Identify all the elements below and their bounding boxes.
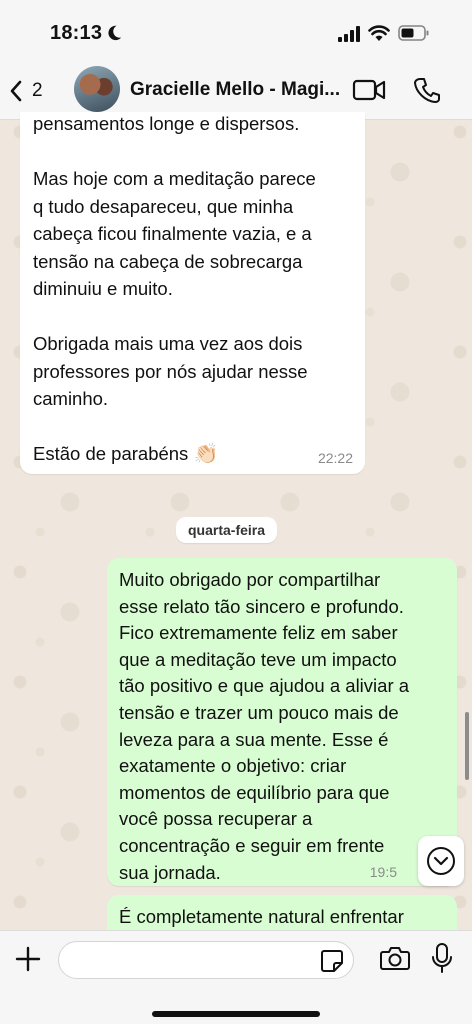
plus-icon[interactable] bbox=[14, 945, 42, 973]
status-bar: 18:13 bbox=[0, 0, 472, 60]
wifi-icon bbox=[368, 25, 390, 41]
microphone-icon[interactable] bbox=[431, 943, 453, 973]
scroll-to-bottom-button[interactable] bbox=[418, 836, 464, 886]
back-button[interactable]: 2 bbox=[8, 76, 58, 106]
outgoing-message[interactable]: Muito obrigado por compartilhar esse rel… bbox=[107, 558, 457, 886]
home-indicator bbox=[152, 1011, 320, 1017]
battery-icon bbox=[398, 25, 429, 41]
outgoing-message-text: É completamente natural enfrentar bbox=[119, 906, 404, 927]
day-separator: quarta-feira bbox=[176, 517, 278, 543]
chevron-left-icon bbox=[10, 80, 22, 102]
message-input[interactable] bbox=[58, 941, 354, 979]
avatar[interactable] bbox=[74, 66, 120, 112]
outgoing-message-text: Muito obrigado por compartilhar esse rel… bbox=[119, 569, 410, 883]
video-camera-icon[interactable] bbox=[352, 78, 386, 102]
outgoing-message[interactable]: É completamente natural enfrentar bbox=[107, 895, 457, 935]
moon-icon bbox=[108, 25, 122, 41]
message-text: pensamentos longe e dispersos. Mas hoje … bbox=[33, 110, 351, 469]
message-time: 22:22 bbox=[317, 450, 353, 466]
message-input-bar bbox=[0, 930, 472, 1024]
unread-count: 2 bbox=[32, 80, 43, 101]
sticker-icon[interactable] bbox=[320, 949, 344, 973]
clapping-hands-emoji: 👏🏻 bbox=[193, 443, 219, 465]
status-time: 18:13 bbox=[50, 22, 103, 44]
phone-icon[interactable] bbox=[414, 76, 440, 104]
camera-icon[interactable] bbox=[380, 945, 410, 971]
incoming-message-text: pensamentos longe e dispersos. Mas hoje … bbox=[33, 113, 316, 464]
cellular-signal-icon bbox=[338, 26, 360, 42]
incoming-message[interactable]: pensamentos longe e dispersos. Mas hoje … bbox=[20, 112, 365, 474]
contact-name[interactable]: Gracielle Mello - Magi... bbox=[130, 79, 345, 101]
scrollbar[interactable] bbox=[465, 712, 469, 780]
message-time: 19:5 bbox=[369, 864, 397, 880]
chevron-down-circle-icon bbox=[427, 847, 455, 875]
